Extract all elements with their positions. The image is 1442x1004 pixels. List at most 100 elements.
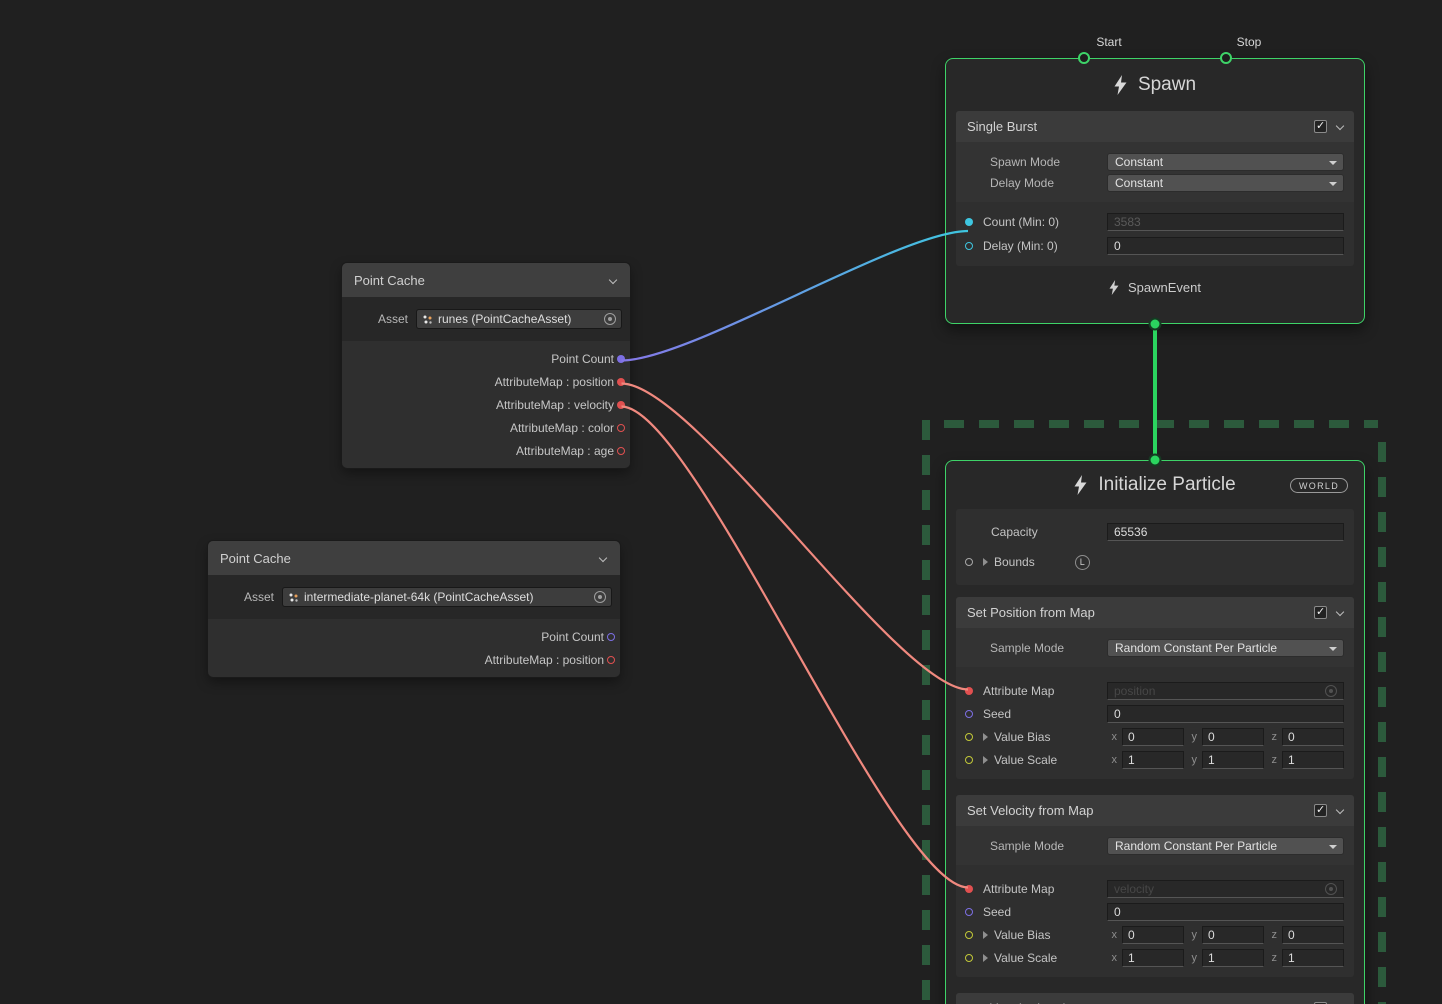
- attribute-map-field[interactable]: position: [1107, 682, 1344, 700]
- attribute-map-row: Attribute Map velocity: [956, 877, 1354, 900]
- expander-triangle-icon[interactable]: [983, 756, 988, 764]
- velocity-map-port[interactable]: [617, 401, 625, 409]
- chevron-down-icon[interactable]: [1336, 608, 1345, 617]
- asset-value: runes (PointCacheAsset): [438, 312, 599, 326]
- single-burst-header[interactable]: Single Burst: [956, 111, 1354, 142]
- seed-input[interactable]: 0: [1107, 903, 1344, 921]
- output-row-age-map: AttributeMap : age: [342, 439, 630, 462]
- value-scale-row: Value Scale x 1 y 1 z 1: [956, 946, 1354, 969]
- value-bias-port[interactable]: [965, 733, 973, 741]
- scale-y-input[interactable]: 1: [1202, 949, 1264, 967]
- point-cache-header[interactable]: Point Cache: [342, 263, 630, 297]
- spawn-title-bar[interactable]: Spawn: [946, 59, 1364, 111]
- spawn-mode-label: Spawn Mode: [990, 155, 1107, 169]
- bias-z-input[interactable]: 0: [1282, 926, 1344, 944]
- single-burst-block[interactable]: Single Burst Spawn Mode Constant Delay M…: [956, 111, 1354, 266]
- block-enabled-checkbox[interactable]: [1314, 804, 1327, 817]
- object-picker-icon[interactable]: [1325, 883, 1337, 895]
- spawn-title: Spawn: [1138, 74, 1196, 96]
- value-scale-port[interactable]: [965, 756, 973, 764]
- seed-port[interactable]: [965, 908, 973, 916]
- seed-input[interactable]: 0: [1107, 705, 1344, 723]
- chevron-down-icon[interactable]: [1336, 806, 1345, 815]
- value-scale-port[interactable]: [965, 954, 973, 962]
- point-count-port[interactable]: [617, 355, 625, 363]
- block-header[interactable]: Position (Sphere): [956, 993, 1354, 1004]
- attribute-map-port[interactable]: [965, 885, 973, 893]
- local-space-icon[interactable]: L: [1075, 555, 1090, 570]
- chevron-down-icon[interactable]: [599, 554, 608, 563]
- position-map-port[interactable]: [617, 378, 625, 386]
- spawn-mode-dropdown[interactable]: Constant: [1107, 153, 1344, 171]
- bounds-port[interactable]: [965, 558, 973, 566]
- bias-y-input[interactable]: 0: [1202, 728, 1264, 746]
- delay-port[interactable]: [965, 242, 973, 250]
- delay-input[interactable]: 0: [1107, 237, 1344, 255]
- sample-mode-dropdown[interactable]: Random Constant Per Particle: [1107, 837, 1344, 855]
- object-picker-icon[interactable]: [594, 591, 606, 603]
- age-map-port[interactable]: [617, 447, 625, 455]
- output-row-position-map: AttributeMap : position: [208, 648, 620, 671]
- bias-x-input[interactable]: 0: [1122, 926, 1184, 944]
- attribute-map-label: Attribute Map: [983, 684, 1107, 698]
- point-cache-header[interactable]: Point Cache: [208, 541, 620, 575]
- edge-position-map-to-set-position[interactable]: [622, 384, 969, 690]
- scale-x-input[interactable]: 1: [1122, 949, 1184, 967]
- value-bias-port[interactable]: [965, 931, 973, 939]
- axis-x-label: x: [1109, 952, 1117, 964]
- count-port[interactable]: [965, 218, 973, 226]
- vfx-graph-canvas[interactable]: Start Stop Spawn Single Burst Spawn Mode: [0, 0, 1442, 1004]
- point-count-port[interactable]: [607, 633, 615, 641]
- position-sphere-block[interactable]: Position (Sphere): [956, 993, 1354, 1004]
- scale-y-input[interactable]: 1: [1202, 751, 1264, 769]
- sample-mode-dropdown[interactable]: Random Constant Per Particle: [1107, 639, 1344, 657]
- asset-row: Asset runes (PointCacheAsset): [342, 297, 630, 341]
- initialize-particle-context-node[interactable]: Initialize Particle WORLD Capacity 65536…: [945, 460, 1365, 1004]
- block-header[interactable]: Set Position from Map: [956, 597, 1354, 628]
- object-picker-icon[interactable]: [604, 313, 616, 325]
- initialize-title-bar[interactable]: Initialize Particle WORLD: [946, 461, 1364, 509]
- chevron-down-icon[interactable]: [1336, 122, 1345, 131]
- expander-triangle-icon[interactable]: [983, 931, 988, 939]
- output-label: Point Count: [541, 630, 604, 644]
- space-badge[interactable]: WORLD: [1290, 478, 1348, 493]
- output-label: AttributeMap : color: [510, 421, 614, 435]
- axis-z-label: z: [1269, 929, 1277, 941]
- block-enabled-checkbox[interactable]: [1314, 606, 1327, 619]
- set-velocity-from-map-block[interactable]: Set Velocity from Map Sample Mode Random…: [956, 795, 1354, 977]
- object-picker-icon[interactable]: [1325, 685, 1337, 697]
- block-header[interactable]: Set Velocity from Map: [956, 795, 1354, 826]
- seed-port[interactable]: [965, 710, 973, 718]
- scale-z-input[interactable]: 1: [1282, 751, 1344, 769]
- capacity-input[interactable]: 65536: [1107, 523, 1344, 541]
- position-map-port[interactable]: [607, 656, 615, 664]
- bias-z-input[interactable]: 0: [1282, 728, 1344, 746]
- block-enabled-checkbox[interactable]: [1314, 120, 1327, 133]
- point-cache-asset-icon: [422, 314, 433, 325]
- count-input[interactable]: 3583: [1107, 213, 1344, 231]
- set-position-from-map-block[interactable]: Set Position from Map Sample Mode Random…: [956, 597, 1354, 779]
- bias-x-input[interactable]: 0: [1122, 728, 1184, 746]
- attribute-map-port[interactable]: [965, 687, 973, 695]
- edge-point-count-to-spawn-count[interactable]: [622, 231, 969, 361]
- point-cache-node-planet[interactable]: Point Cache Asset intermediate-planet-64…: [208, 541, 620, 677]
- expander-triangle-icon[interactable]: [983, 733, 988, 741]
- expander-triangle-icon[interactable]: [983, 954, 988, 962]
- color-map-port[interactable]: [617, 424, 625, 432]
- attribute-map-row: Attribute Map position: [956, 679, 1354, 702]
- chevron-down-icon[interactable]: [609, 276, 618, 285]
- scale-z-input[interactable]: 1: [1282, 949, 1344, 967]
- scale-x-input[interactable]: 1: [1122, 751, 1184, 769]
- attribute-map-field[interactable]: velocity: [1107, 880, 1344, 898]
- asset-object-field[interactable]: intermediate-planet-64k (PointCacheAsset…: [282, 587, 612, 607]
- asset-object-field[interactable]: runes (PointCacheAsset): [416, 309, 622, 329]
- edge-velocity-map-to-set-velocity[interactable]: [622, 407, 969, 888]
- spawn-context-node[interactable]: Start Stop Spawn Single Burst Spawn Mode: [945, 58, 1365, 324]
- delay-mode-dropdown[interactable]: Constant: [1107, 174, 1344, 192]
- axis-z-label: z: [1269, 754, 1277, 766]
- expander-triangle-icon[interactable]: [983, 558, 988, 566]
- asset-row: Asset intermediate-planet-64k (PointCach…: [208, 575, 620, 619]
- output-label: AttributeMap : position: [495, 375, 614, 389]
- point-cache-node-runes[interactable]: Point Cache Asset runes (PointCacheAsset…: [342, 263, 630, 468]
- bias-y-input[interactable]: 0: [1202, 926, 1264, 944]
